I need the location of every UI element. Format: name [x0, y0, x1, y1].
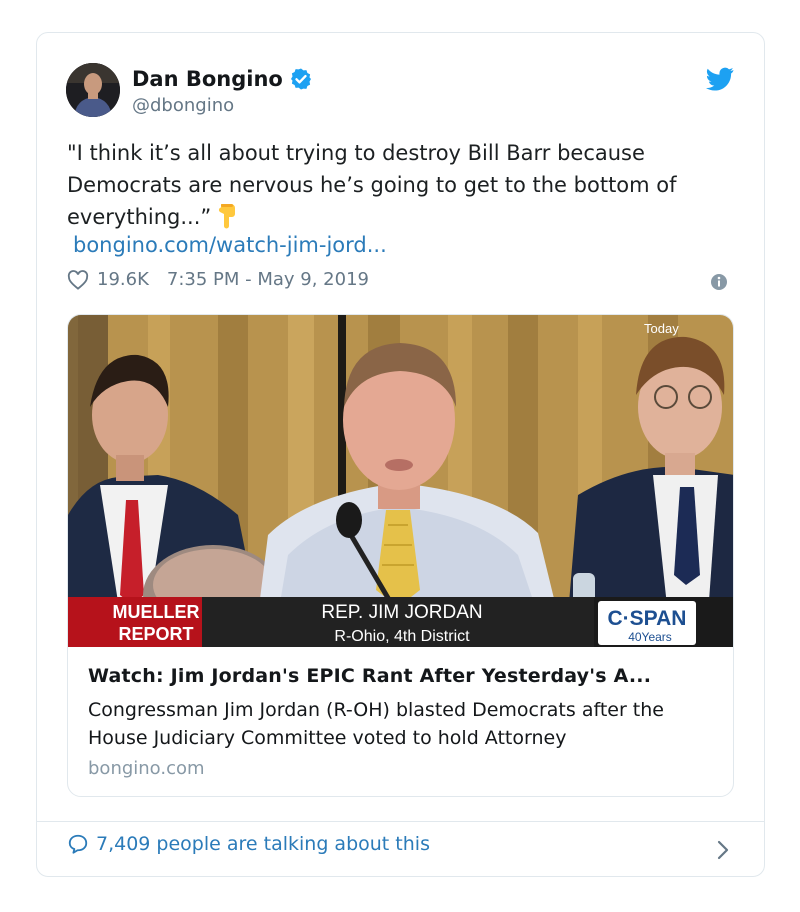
preview-description: Congressman Jim Jordan (R-OH) blasted De… [88, 699, 664, 749]
preview-domain: bongino.com [88, 758, 205, 779]
like-count[interactable]: 19.6K [97, 269, 149, 290]
tweet-body: "I think it’s all about trying to destro… [67, 141, 677, 229]
tweet-link[interactable]: bongino.com/watch-jim-jord... [73, 233, 387, 257]
lower-third-tag-2: REPORT [118, 624, 193, 644]
tweet-meta: 19.6K 7:35 PM - May 9, 2019 [67, 269, 369, 290]
author-handle[interactable]: @dbongino [132, 95, 234, 116]
author-row[interactable]: Dan Bongino [132, 67, 313, 91]
pointing-down-emoji [219, 204, 236, 229]
preview-text[interactable]: Watch: Jim Jordan's EPIC Rant After Yest… [68, 647, 733, 796]
tweet-card: Dan Bongino @dbongino "I think it’s all … [36, 32, 765, 877]
cspan-logo: C·SPAN [608, 607, 687, 630]
talking-count[interactable]: 7,409 people are talking about this [96, 833, 430, 855]
avatar-image [66, 63, 120, 117]
comment-icon [68, 834, 88, 854]
chevron-right-icon[interactable] [716, 839, 730, 861]
twitter-bird-icon[interactable] [706, 67, 734, 91]
author-name[interactable]: Dan Bongino [132, 67, 283, 91]
link-preview-card[interactable]: Today MUELLER REPORT REP. JIM JORDAN R-O… [67, 314, 734, 797]
preview-image: Today MUELLER REPORT REP. JIM JORDAN R-O… [68, 315, 733, 647]
hearing-video-frame: Today MUELLER REPORT REP. JIM JORDAN R-O… [68, 315, 733, 647]
lower-third-tag-1: MUELLER [113, 602, 200, 622]
cspan-sub: 40Years [628, 630, 672, 644]
lower-third-subtitle: R-Ohio, 4th District [334, 628, 470, 645]
preview-title[interactable]: Watch: Jim Jordan's EPIC Rant After Yest… [88, 663, 715, 689]
footer-divider [37, 821, 764, 822]
info-icon[interactable] [710, 273, 728, 291]
verified-icon [290, 68, 311, 90]
avatar[interactable] [66, 63, 120, 117]
tweet-timestamp[interactable]: 7:35 PM - May 9, 2019 [167, 269, 369, 290]
heart-icon[interactable] [67, 269, 89, 290]
tweet-text: "I think it’s all about trying to destro… [67, 137, 747, 233]
today-bug: Today [644, 321, 679, 336]
lower-third-name: REP. JIM JORDAN [321, 602, 482, 623]
conversation-link[interactable]: 7,409 people are talking about this [67, 833, 430, 855]
